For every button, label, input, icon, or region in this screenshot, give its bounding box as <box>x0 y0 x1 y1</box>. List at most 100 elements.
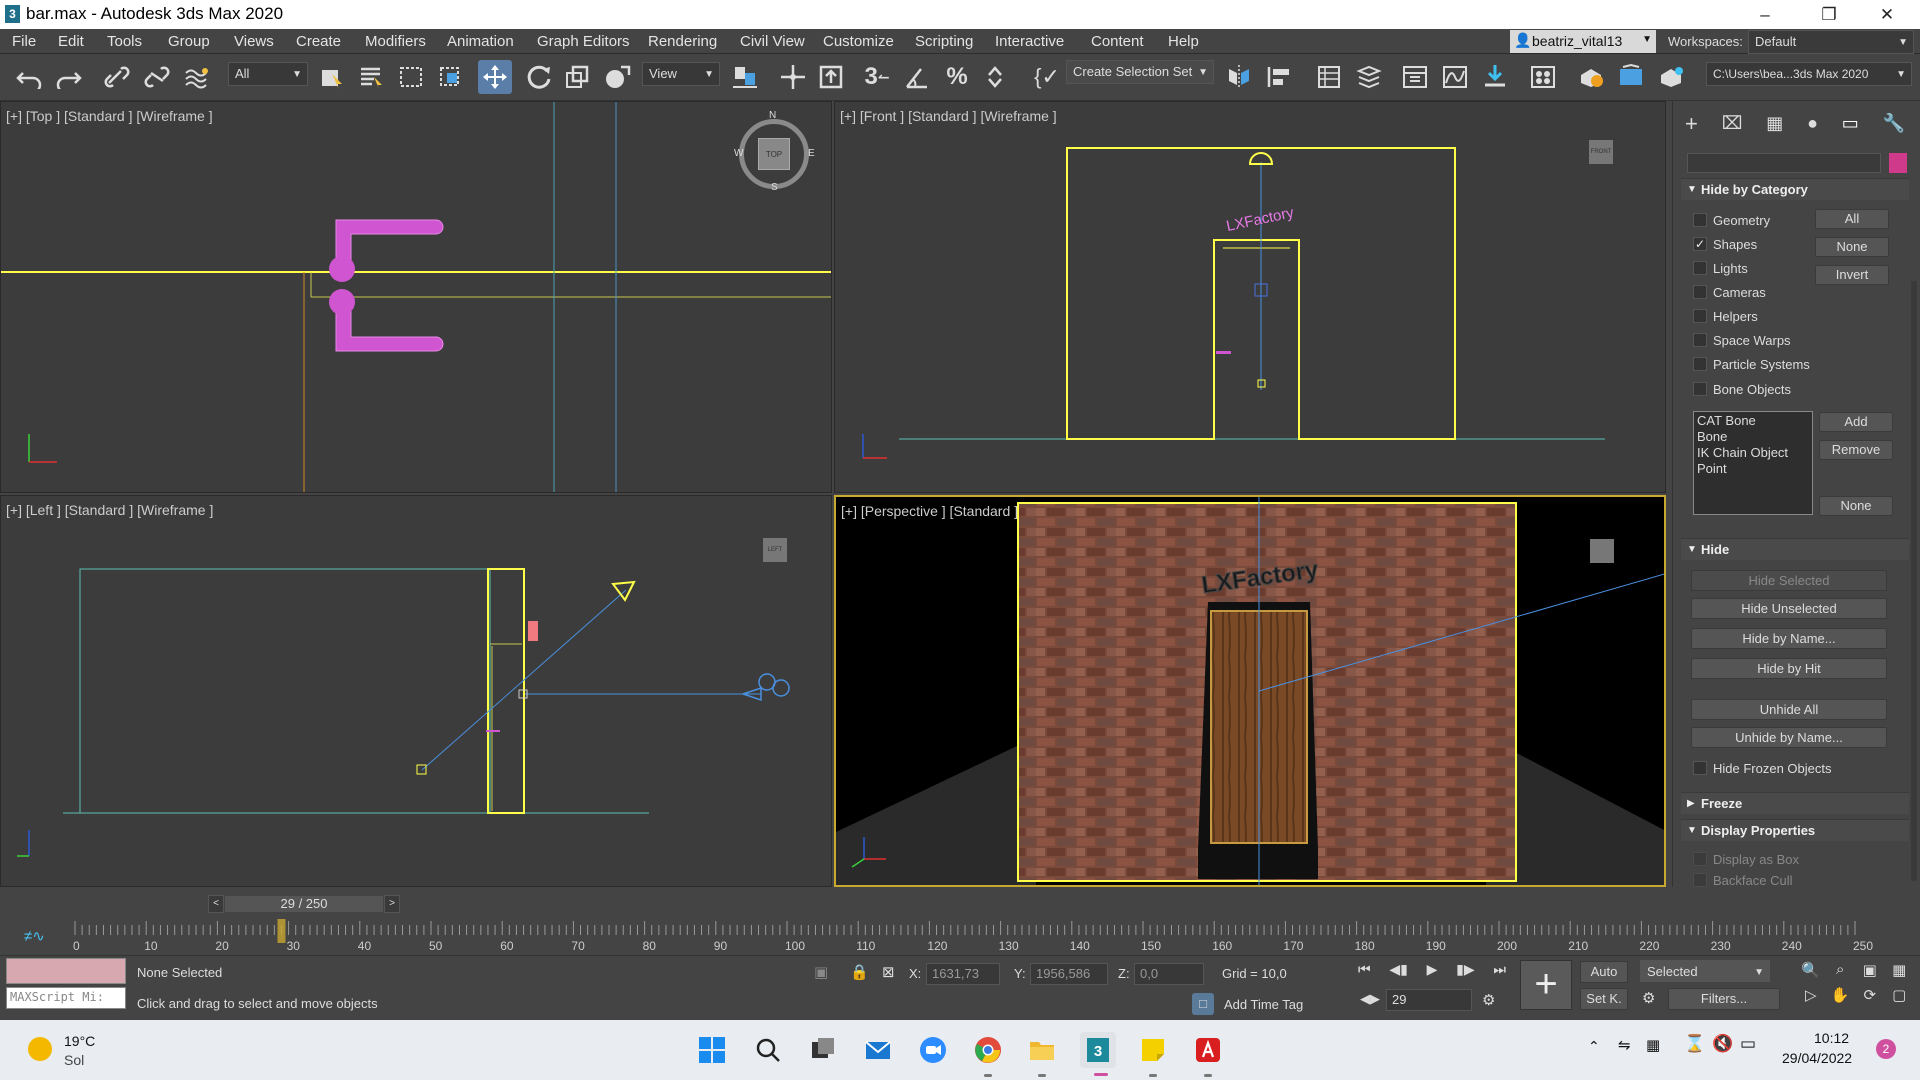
prev-frame-button[interactable]: < <box>208 895 224 913</box>
checkbox-backface-cull[interactable] <box>1693 873 1707 887</box>
lock-selection-icon[interactable]: 🔒 <box>850 963 869 981</box>
set-key-mode-button[interactable]: Set K. <box>1580 988 1628 1010</box>
hide-by-hit-button[interactable]: Hide by Hit <box>1691 658 1887 679</box>
select-by-name-icon[interactable] <box>354 60 388 94</box>
menu-customize[interactable]: Customize <box>823 33 894 50</box>
time-tag-icon[interactable]: □ <box>1192 993 1214 1015</box>
wifi-icon[interactable]: ⌛ <box>1684 1034 1705 1054</box>
create-tab-icon[interactable]: + <box>1685 113 1698 139</box>
viewport-top[interactable]: [+] [Top ] [Standard ] [Wireframe ] TOP … <box>0 101 832 493</box>
keyboard-shortcut-override-icon[interactable] <box>814 60 848 94</box>
redo-icon[interactable] <box>52 60 86 94</box>
time-configuration-icon[interactable]: ⚙ <box>1482 991 1495 1009</box>
chrome-icon[interactable] <box>970 1032 1006 1068</box>
viewport-left[interactable]: [+] [Left ] [Standard ] [Wireframe ] LEF… <box>0 495 832 887</box>
minimize-button[interactable]: – <box>1742 2 1788 28</box>
set-key-button[interactable]: + <box>1520 960 1572 1010</box>
acrobat-reader-icon[interactable] <box>1190 1032 1226 1068</box>
link-icon[interactable] <box>100 60 134 94</box>
checkbox-geometry[interactable] <box>1693 213 1707 227</box>
hide-by-name-button[interactable]: Hide by Name... <box>1691 628 1887 649</box>
select-and-move-icon[interactable] <box>478 60 512 94</box>
object-color-swatch[interactable] <box>1889 153 1907 173</box>
zoom-icon[interactable]: 🔍 <box>1796 961 1826 986</box>
utilities-tab-icon[interactable]: 🔧 <box>1883 113 1905 139</box>
none-list-button[interactable]: None <box>1819 496 1893 516</box>
key-filter-icon[interactable]: ⚙ <box>1642 989 1655 1007</box>
checkbox-cameras[interactable] <box>1693 285 1707 299</box>
select-and-rotate-icon[interactable] <box>522 60 556 94</box>
menu-animation[interactable]: Animation <box>447 33 514 50</box>
notification-badge[interactable]: 2 <box>1876 1039 1896 1059</box>
auto-key-button[interactable]: Auto <box>1580 961 1628 983</box>
tray-meter-icon[interactable]: ▦ <box>1646 1036 1660 1054</box>
checkbox-bone-objects[interactable] <box>1693 382 1707 396</box>
speaker-muted-icon[interactable]: 🔇 <box>1712 1034 1733 1054</box>
z-coordinate-field[interactable]: 0,0 <box>1134 963 1204 985</box>
toggle-layer-explorer-icon[interactable] <box>1352 60 1386 94</box>
restore-button[interactable]: ❐ <box>1806 2 1852 28</box>
list-item[interactable]: CAT Bone <box>1697 413 1809 429</box>
checkbox-space-warps[interactable] <box>1693 333 1707 347</box>
menu-create[interactable]: Create <box>296 33 341 50</box>
weather-sun-icon[interactable] <box>28 1037 52 1061</box>
viewcube[interactable]: FRONT <box>1589 140 1613 164</box>
y-coordinate-field[interactable]: 1956,586 <box>1030 963 1108 985</box>
toggle-ribbon-icon[interactable] <box>1398 60 1432 94</box>
maxscript-listener-output[interactable] <box>6 958 126 984</box>
previous-frame-icon[interactable]: ◀▮ <box>1389 961 1407 983</box>
render-setup-icon[interactable] <box>1574 60 1608 94</box>
weather-temperature[interactable]: 19°C <box>64 1033 95 1049</box>
key-mode-icon[interactable]: ◀▶ <box>1360 991 1380 1007</box>
zoom-extents-icon[interactable]: ▣ <box>1855 961 1885 986</box>
field-of-view-icon[interactable]: ▷ <box>1796 986 1826 1011</box>
workspace-dropdown[interactable]: Default ▼ <box>1748 30 1914 54</box>
zoom-extents-all-icon[interactable]: ▦ <box>1885 961 1915 986</box>
weather-condition[interactable]: Sol <box>64 1052 84 1068</box>
spinner-snap-icon[interactable] <box>980 60 1014 94</box>
list-item[interactable]: IK Chain Object <box>1697 445 1809 461</box>
go-to-start-icon[interactable]: ⏮ <box>1358 961 1371 983</box>
absolute-mode-icon[interactable]: ⊠ <box>882 963 895 981</box>
project-folder-dropdown[interactable]: C:\Users\bea...3ds Max 2020 ▼ <box>1706 62 1912 86</box>
menu-group[interactable]: Group <box>168 33 210 50</box>
create-selection-set-dropdown[interactable]: Create Selection Set ▼ <box>1066 60 1214 84</box>
3ds-max-taskbar-icon[interactable]: 3 <box>1080 1032 1116 1068</box>
viewcube[interactable]: TOP <box>758 138 790 170</box>
hide-by-category-rollout[interactable]: ▼ Hide by Category <box>1681 178 1909 200</box>
search-icon[interactable] <box>750 1032 786 1068</box>
list-item[interactable]: Bone <box>1697 429 1809 445</box>
checkbox-shapes[interactable]: ✓ <box>1693 237 1707 251</box>
hide-rollout[interactable]: ▼ Hide <box>1681 538 1909 560</box>
command-panel-scrollbar[interactable] <box>1911 281 1917 881</box>
menu-rendering[interactable]: Rendering <box>648 33 717 50</box>
menu-file[interactable]: File <box>12 33 36 50</box>
checkbox-helpers[interactable] <box>1693 309 1707 323</box>
invert-button[interactable]: Invert <box>1815 265 1889 285</box>
menu-graph-editors[interactable]: Graph Editors <box>537 33 630 50</box>
all-button[interactable]: All <box>1815 209 1889 229</box>
list-item[interactable]: Point <box>1697 461 1809 477</box>
time-slider[interactable]: 29 / 250 <box>224 895 384 913</box>
select-object-icon[interactable] <box>314 60 348 94</box>
pan-view-icon[interactable]: ✋ <box>1826 986 1856 1011</box>
close-button[interactable]: ✕ <box>1864 2 1910 28</box>
clock-date[interactable]: 29/04/2022 <box>1782 1050 1852 1066</box>
menu-content[interactable]: Content <box>1091 33 1144 50</box>
x-coordinate-field[interactable]: 1631,73 <box>926 963 1000 985</box>
zoom-app-icon[interactable] <box>915 1032 951 1068</box>
menu-interactive[interactable]: Interactive <box>995 33 1064 50</box>
timeline-ruler[interactable]: 0 10 20 30 40 50 60 70 80 90 100 110 120 130 140 150 160… <box>0 917 1920 959</box>
window-crossing-icon[interactable] <box>434 60 468 94</box>
hide-selected-button[interactable]: Hide Selected <box>1691 570 1887 591</box>
rectangular-selection-icon[interactable] <box>394 60 428 94</box>
angle-snap-icon[interactable] <box>900 60 934 94</box>
battery-icon[interactable]: ▭ <box>1740 1034 1756 1054</box>
schematic-view-icon[interactable] <box>1478 60 1512 94</box>
hide-unselected-button[interactable]: Hide Unselected <box>1691 598 1887 619</box>
bind-space-warp-icon[interactable] <box>180 60 214 94</box>
viewcube-compass[interactable]: TOP N S E W <box>734 110 815 193</box>
menu-edit[interactable]: Edit <box>58 33 84 50</box>
windows-start-icon[interactable] <box>694 1032 730 1068</box>
maxscript-mini-listener[interactable]: MAXScript Mi: <box>6 987 126 1009</box>
